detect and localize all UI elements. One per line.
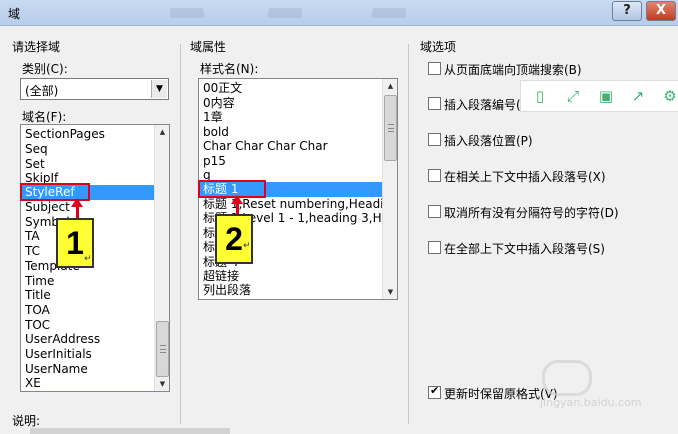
option-label[interactable]: 在全部上下文中插入段落号(S) (444, 240, 605, 257)
field-options-header: 域选项 (420, 40, 457, 54)
list-item[interactable]: Time (25, 274, 54, 289)
list-item[interactable]: Title (25, 288, 51, 303)
field-names-label: 域名(F): (22, 110, 67, 124)
blurred-area (170, 8, 204, 18)
list-item[interactable]: 00正文 (203, 81, 242, 96)
step-badge-2: 2 (215, 214, 253, 264)
divider (408, 44, 409, 424)
category-label: 类别(C): (22, 62, 68, 76)
style-list-scrollbar[interactable]: ▲ ▼ (382, 79, 397, 299)
save-icon[interactable]: ▣ (597, 87, 615, 105)
description-label: 说明: (12, 414, 41, 428)
return-mark-icon: ↵ (84, 254, 92, 264)
list-item[interactable]: 1章 (203, 110, 223, 125)
help-button[interactable]: ? (612, 1, 642, 21)
list-item[interactable]: Subject (25, 200, 70, 215)
blurred-area (268, 8, 302, 18)
scroll-up-icon[interactable]: ▲ (383, 79, 397, 93)
option-checkbox[interactable] (428, 97, 441, 110)
preserve-format-checkbox[interactable] (428, 384, 441, 399)
list-item[interactable]: bold (203, 125, 229, 140)
option-checkbox[interactable] (428, 169, 441, 182)
option-checkbox[interactable] (428, 62, 441, 75)
list-item[interactable]: UserAddress (25, 332, 100, 347)
floating-toolbar: ▯ ⤢ ▣ ↗ ⚙ (520, 80, 678, 112)
list-item[interactable]: p15 (203, 154, 226, 169)
list-item[interactable]: TC (25, 244, 40, 259)
list-item[interactable]: SectionPages (25, 127, 105, 142)
list-item[interactable]: 超链接 (203, 269, 239, 284)
option-label[interactable]: 插入段落位置(P) (444, 132, 533, 149)
blurred-area (372, 8, 406, 18)
scroll-down-icon[interactable]: ▼ (383, 285, 397, 299)
list-item[interactable]: Seq (25, 142, 48, 157)
list-item[interactable]: Set (25, 157, 45, 172)
list-item[interactable]: TA (25, 229, 40, 244)
scroll-up-icon[interactable]: ▲ (155, 125, 169, 139)
watermark-logo-icon (542, 360, 592, 396)
category-value: (全部) (25, 84, 59, 98)
list-item[interactable]: UserInitials (25, 347, 92, 362)
expand-icon[interactable]: ⤢ (564, 87, 582, 105)
scroll-thumb[interactable] (384, 95, 397, 161)
window-title: 域 (8, 7, 21, 21)
settings-icon[interactable]: ⚙ (661, 87, 678, 105)
list-item[interactable]: 0内容 (203, 96, 235, 111)
divider (180, 44, 181, 424)
list-item[interactable]: TOA (25, 303, 50, 318)
list-item[interactable]: TOC (25, 318, 50, 333)
option-checkbox[interactable] (428, 133, 441, 146)
option-checkbox[interactable] (428, 241, 441, 254)
select-field-header: 请选择域 (12, 40, 61, 54)
field-properties-header: 域属性 (190, 40, 227, 54)
field-list-scrollbar[interactable]: ▲ ▼ (154, 125, 169, 391)
scroll-down-icon[interactable]: ▼ (155, 377, 169, 391)
list-item[interactable]: UserName (25, 362, 88, 377)
share-icon[interactable]: ↗ (629, 87, 647, 105)
option-label[interactable]: 从页面底端向顶端搜索(B) (444, 61, 582, 78)
style-name-label: 样式名(N): (200, 62, 259, 76)
title-bar: 域 ? X (0, 0, 678, 26)
field-names-list[interactable]: SectionPages Seq Set SkipIf StyleRef Sub… (20, 124, 170, 392)
return-mark-icon: ↵ (243, 241, 251, 251)
list-item[interactable]: 列出段落 (203, 283, 251, 298)
scroll-thumb[interactable] (156, 321, 169, 377)
option-checkbox[interactable] (428, 205, 441, 218)
watermark: jingyan.baidu.com (536, 356, 676, 416)
watermark-text: jingyan.baidu.com (540, 396, 642, 409)
tablet-icon[interactable]: ▯ (531, 87, 549, 105)
close-button[interactable]: X (646, 1, 676, 21)
category-dropdown[interactable]: (全部) ▼ (20, 78, 169, 100)
option-label[interactable]: 在相关上下文中插入段落号(X) (444, 168, 606, 185)
option-label[interactable]: 取消所有没有分隔符号的字符(D) (444, 204, 619, 221)
list-item[interactable]: XE (25, 376, 41, 391)
list-item[interactable]: Char Char Char Char (203, 139, 328, 154)
chevron-down-icon[interactable]: ▼ (151, 80, 167, 98)
description-text-blur (30, 428, 230, 434)
